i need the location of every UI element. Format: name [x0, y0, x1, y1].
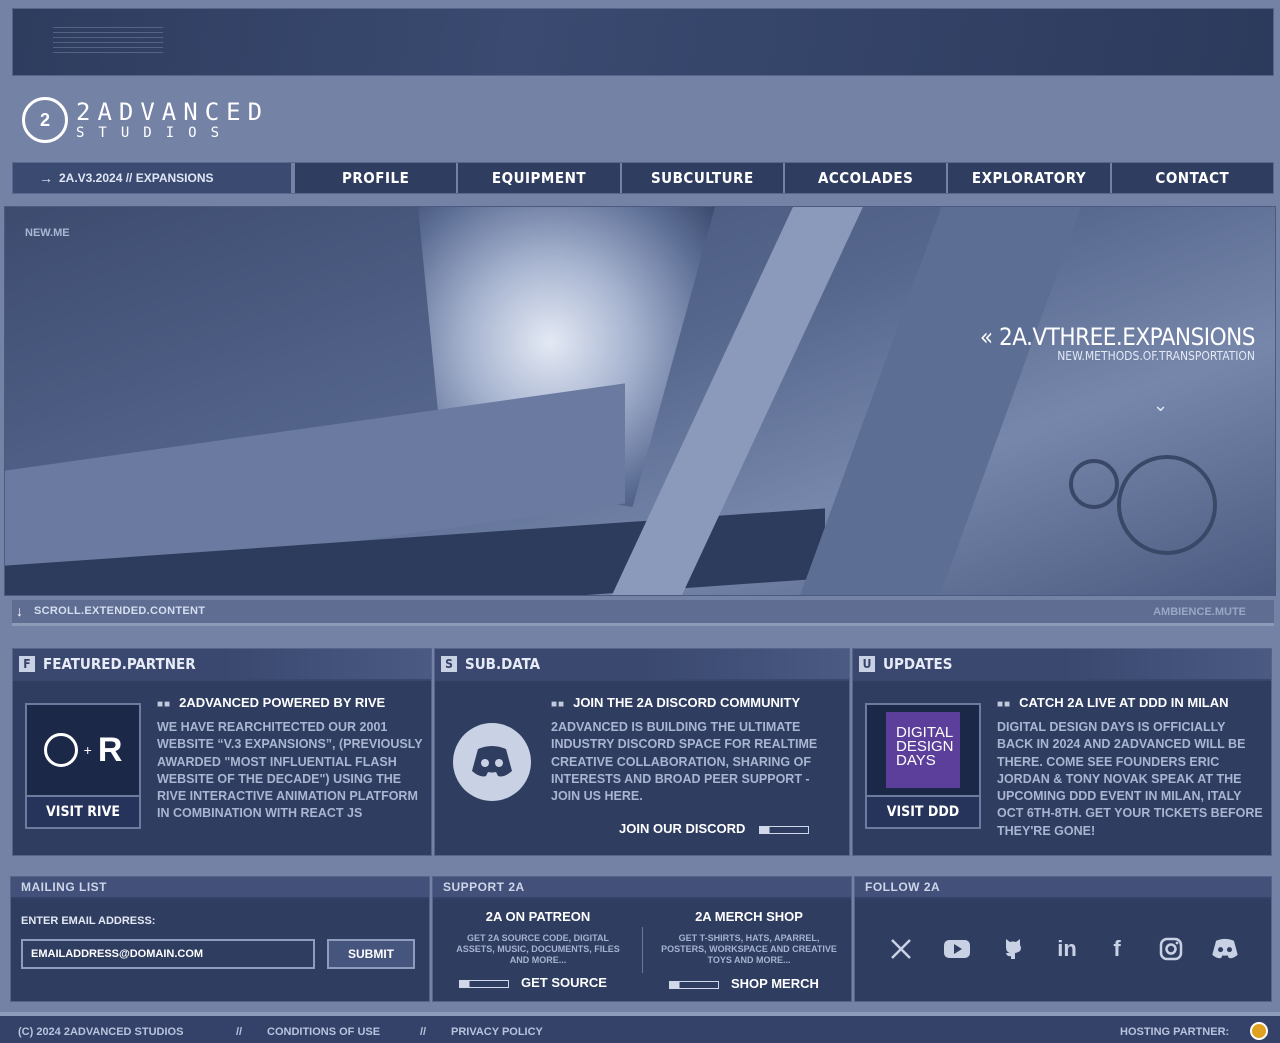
bar-icon [759, 825, 810, 834]
patreon-text: GET 2A SOURCE CODE, DIGITAL ASSETS, MUSI… [456, 933, 620, 965]
join-discord-link[interactable]: JOIN OUR DISCORD [619, 821, 810, 836]
hosting-partner-label: HOSTING PARTNER: [1120, 1026, 1230, 1038]
support-header: SUPPORT 2A [433, 877, 851, 897]
email-label: ENTER EMAIL ADDRESS: [21, 915, 156, 927]
merch-title: 2A MERCH SHOP [695, 909, 803, 924]
facebook-icon[interactable]: f [1101, 933, 1133, 965]
top-banner [12, 8, 1274, 76]
discord-logo-icon[interactable] [453, 723, 531, 801]
ddd-logo: DIGITAL DESIGN DAYS [867, 705, 979, 795]
youtube-icon[interactable] [941, 933, 973, 965]
logo[interactable]: 2 2ADVANCED STUDIOS [22, 96, 342, 144]
scroll-strip: ↓ SCROLL.EXTENDED.CONTENT AMBIENCE.MUTE [12, 600, 1274, 626]
footer-separator: // [420, 1026, 427, 1038]
logo-line1: 2ADVANCED [76, 98, 270, 126]
chevron-down-icon[interactable]: ⌄ [1153, 395, 1168, 416]
featured-text: WE HAVE REARCHITECTED OUR 2001 WEBSITE “… [157, 720, 423, 821]
hero-corner-label: NEW.ME [25, 227, 70, 239]
linkedin-icon[interactable]: in [1051, 933, 1083, 965]
visit-rive-button[interactable]: VISIT RIVE [27, 795, 139, 827]
sub-data-panel: S SUB.DATA JOIN THE 2A DISCORD COMMUNITY… [434, 648, 850, 856]
featured-partner-header: F FEATURED.PARTNER [13, 649, 431, 679]
sub-data-text: 2ADVANCED IS BUILDING THE ULTIMATE INDUS… [551, 720, 818, 804]
featured-partner-panel: F FEATURED.PARTNER + R VISIT RIVE 2ADVAN… [12, 648, 432, 856]
nav-exploratory[interactable]: EXPLORATORY [946, 163, 1109, 193]
nav-contact[interactable]: CONTACT [1109, 163, 1273, 193]
bar-icon [459, 979, 509, 988]
nav-profile[interactable]: PROFILE [293, 163, 456, 193]
ddd-card[interactable]: DIGITAL DESIGN DAYS VISIT DDD [865, 703, 981, 829]
bar-icon [669, 980, 719, 989]
ambience-mute-toggle[interactable]: AMBIENCE.MUTE [1153, 606, 1246, 618]
rive-card[interactable]: + R VISIT RIVE [25, 703, 141, 829]
updates-title: CATCH 2A LIVE AT DDD IN MILAN [997, 695, 1228, 710]
logo-emblem-icon: 2 [22, 97, 68, 143]
follow-panel: FOLLOW 2A in f [854, 876, 1272, 1002]
follow-header: FOLLOW 2A [855, 877, 1271, 897]
featured-title: 2ADVANCED POWERED BY RIVE [157, 695, 385, 710]
hosting-partner-icon[interactable] [1250, 1022, 1268, 1040]
ring-emblem-icon [1117, 455, 1217, 555]
sub-data-header: S SUB.DATA [435, 649, 849, 679]
hero-banner[interactable]: NEW.ME « 2A.VTHREE.EXPANSIONS NEW.METHOD… [4, 206, 1276, 596]
arrow-down-icon[interactable]: ↓ [16, 603, 23, 619]
get-source-link[interactable]: GET SOURCE [459, 975, 607, 990]
footer-separator: // [236, 1026, 243, 1038]
main-nav: → 2A.V3.2024 // EXPANSIONS PROFILE EQUIP… [12, 162, 1274, 194]
logo-line2: STUDIOS [76, 125, 234, 141]
hero-subtitle: NEW.METHODS.OF.TRANSPORTATION [1057, 349, 1255, 363]
hero-title: « 2A.VTHREE.EXPANSIONS [979, 323, 1256, 351]
scroll-label[interactable]: SCROLL.EXTENDED.CONTENT [34, 605, 205, 617]
arrow-right-icon: → [39, 170, 53, 186]
updates-text: DIGITAL DESIGN DAYS IS OFFICIALLY BACK I… [997, 720, 1263, 838]
mailing-list-panel: MAILING LIST ENTER EMAIL ADDRESS: SUBMIT [10, 876, 430, 1002]
merch-text: GET T-SHIRTS, HATS, APARREL, POSTERS, WO… [661, 933, 837, 965]
nav-subculture[interactable]: SUBCULTURE [619, 163, 783, 193]
updates-panel: U UPDATES DIGITAL DESIGN DAYS VISIT DDD … [852, 648, 1272, 856]
nav-equipment[interactable]: EQUIPMENT [456, 163, 619, 193]
shop-merch-link[interactable]: SHOP MERCH [669, 976, 819, 991]
patreon-title: 2A ON PATREON [485, 909, 591, 924]
double-chevron-left-icon: « [979, 323, 993, 351]
github-icon[interactable] [997, 933, 1029, 965]
privacy-link[interactable]: PRIVACY POLICY [451, 1026, 543, 1038]
submit-button[interactable]: SUBMIT [327, 939, 415, 969]
updates-header: U UPDATES [853, 649, 1271, 679]
nav-home-link[interactable]: → 2A.V3.2024 // EXPANSIONS [13, 163, 293, 193]
rive-logo-icon: + R [27, 705, 139, 795]
conditions-link[interactable]: CONDITIONS OF USE [267, 1026, 380, 1038]
visit-ddd-button[interactable]: VISIT DDD [867, 795, 979, 827]
copyright: (C) 2024 2ADVANCED STUDIOS [18, 1026, 184, 1038]
footer: (C) 2024 2ADVANCED STUDIOS // CONDITIONS… [0, 1012, 1280, 1043]
support-panel: SUPPORT 2A 2A ON PATREON GET 2A SOURCE C… [432, 876, 852, 1002]
x-icon[interactable] [885, 933, 917, 965]
mailing-list-header: MAILING LIST [11, 877, 429, 897]
email-input[interactable] [21, 939, 315, 969]
nav-accolades[interactable]: ACCOLADES [782, 163, 946, 193]
discord-icon[interactable] [1209, 933, 1241, 965]
ring-small-icon [1069, 459, 1119, 509]
sub-data-title: JOIN THE 2A DISCORD COMMUNITY [551, 695, 800, 710]
instagram-icon[interactable] [1155, 933, 1187, 965]
